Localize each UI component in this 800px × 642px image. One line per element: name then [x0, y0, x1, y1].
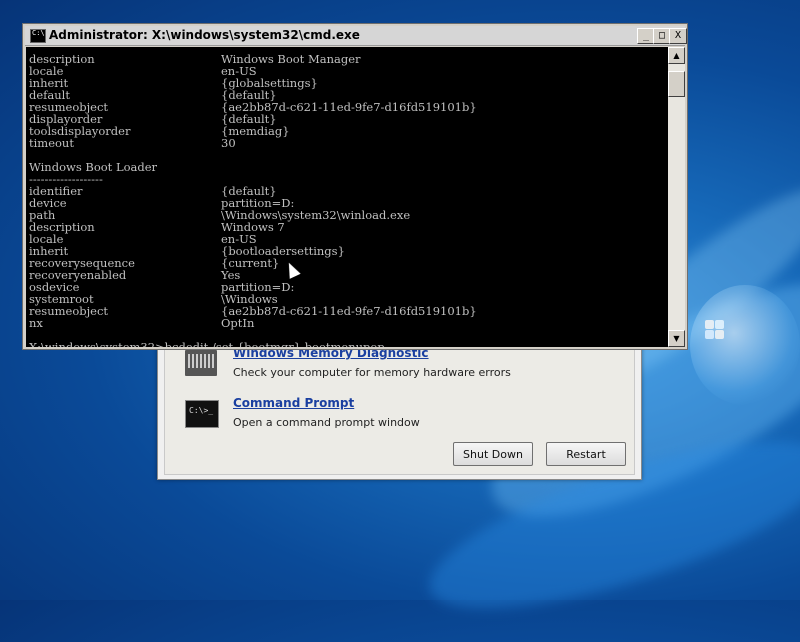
command-prompt-description: Open a command prompt window: [233, 416, 420, 429]
console-value: 30: [221, 136, 236, 150]
memory-chip-icon: [185, 350, 217, 376]
restart-button[interactable]: Restart: [546, 442, 626, 466]
memory-diagnostic-description: Check your computer for memory hardware …: [233, 366, 511, 379]
command-prompt-line[interactable]: X:\windows\system32>bcdedit /set {bootmg…: [29, 341, 393, 347]
command-input[interactable]: X:\windows\system32>bcdedit /set {bootmg…: [29, 340, 385, 347]
console-key: timeout: [29, 136, 74, 150]
scroll-up-arrow-icon[interactable]: ▲: [668, 47, 685, 64]
command-prompt-icon: C:\>_: [185, 400, 219, 428]
console-key: nx: [29, 316, 43, 330]
scroll-down-arrow-icon[interactable]: ▼: [668, 330, 685, 347]
console-output[interactable]: description Windows Boot Manager locale en-…: [26, 47, 668, 347]
vertical-scrollbar[interactable]: ▲ ▼: [668, 47, 685, 347]
window-title: Administrator: X:\windows\system32\cmd.e…: [49, 28, 360, 42]
command-prompt-link[interactable]: Command Prompt: [233, 396, 354, 410]
command-prompt-window: Administrator: X:\windows\system32\cmd.e…: [22, 23, 688, 350]
console-value: {ae2bb87d-c621-11ed-9fe7-d16fd519101b}: [221, 304, 477, 318]
windows-logo-glow: [690, 285, 800, 405]
shut-down-button[interactable]: Shut Down: [453, 442, 533, 466]
windows-logo-icon: [705, 320, 725, 340]
cmd-window-icon[interactable]: [30, 29, 46, 43]
scroll-thumb[interactable]: [668, 71, 685, 97]
title-bar[interactable]: Administrator: X:\windows\system32\cmd.e…: [25, 26, 687, 46]
close-button[interactable]: X: [669, 28, 687, 44]
console-value: OptIn: [221, 316, 255, 330]
